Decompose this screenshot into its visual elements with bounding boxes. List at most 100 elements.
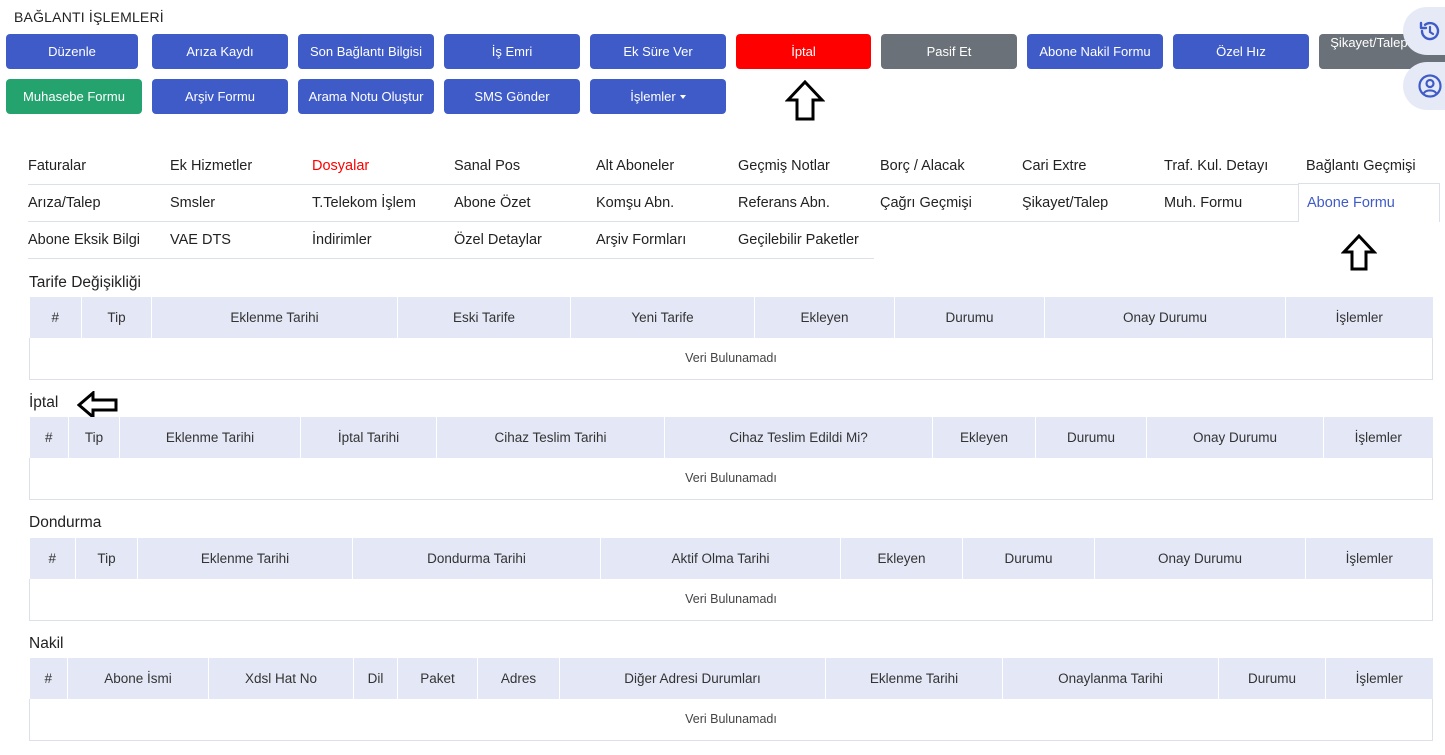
section-title-freeze: Dondurma (29, 514, 102, 531)
tab-borc-alacak[interactable]: Borç / Alacak (880, 147, 965, 184)
tab-muh-formu[interactable]: Muh. Formu (1164, 184, 1242, 221)
create-call-note-button[interactable]: Arama Notu Oluştur (298, 79, 434, 114)
edit-button[interactable]: Düzenle (6, 34, 138, 69)
up-arrow-icon (785, 80, 825, 121)
column-header[interactable]: İptal Tarihi (300, 417, 437, 458)
column-header[interactable]: Eklenme Tarihi (825, 658, 1003, 699)
operations-dropdown-button[interactable]: İşlemler (590, 79, 726, 114)
column-header[interactable]: Paket (397, 658, 478, 699)
tab-ttelekom-islem[interactable]: T.Telekom İşlem (312, 184, 416, 221)
column-header[interactable]: İşlemler (1323, 417, 1433, 458)
column-header[interactable]: Onay Durumu (1146, 417, 1324, 458)
tab-cagri-gecmisi[interactable]: Çağrı Geçmişi (880, 184, 972, 221)
column-header[interactable]: Onaylanma Tarihi (1002, 658, 1219, 699)
column-header[interactable]: # (29, 658, 68, 699)
table-header-row: # Tip Eklenme Tarihi İptal Tarihi Cihaz … (29, 417, 1433, 458)
column-header[interactable]: Eklenme Tarihi (151, 297, 398, 338)
column-header[interactable]: Xdsl Hat No (208, 658, 354, 699)
tab-abone-formu[interactable]: Abone Formu (1298, 183, 1440, 222)
send-sms-button[interactable]: SMS Gönder (444, 79, 580, 114)
archive-form-button[interactable]: Arşiv Formu (152, 79, 288, 114)
column-header[interactable]: İşlemler (1325, 658, 1433, 699)
tab-gecilebilir-paketler[interactable]: Geçilebilir Paketler (738, 221, 859, 258)
column-header[interactable]: Durumu (962, 538, 1095, 579)
tab-ozel-detaylar[interactable]: Özel Detaylar (454, 221, 542, 258)
column-header[interactable]: Diğer Adresi Durumları (559, 658, 826, 699)
column-header[interactable]: İşlemler (1305, 538, 1433, 579)
tab-gecmis-notlar[interactable]: Geçmiş Notlar (738, 147, 830, 184)
column-header[interactable]: Tip (81, 297, 152, 338)
custom-speed-button[interactable]: Özel Hız (1173, 34, 1309, 69)
subscriber-tabs: Faturalar Ek Hizmetler Dosyalar Sanal Po… (28, 147, 1440, 259)
tab-cari-extre[interactable]: Cari Extre (1022, 147, 1086, 184)
column-header[interactable]: Durumu (1035, 417, 1147, 458)
column-header[interactable]: Dondurma Tarihi (352, 538, 601, 579)
column-header[interactable]: Durumu (894, 297, 1045, 338)
last-connection-info-button[interactable]: Son Bağlantı Bilgisi (298, 34, 434, 69)
history-button[interactable] (1403, 7, 1445, 55)
accounting-form-button[interactable]: Muhasebe Formu (6, 79, 142, 114)
column-header[interactable]: Durumu (1218, 658, 1326, 699)
column-header[interactable]: Yeni Tarife (570, 297, 755, 338)
column-header[interactable]: Ekleyen (754, 297, 895, 338)
column-header[interactable]: # (29, 417, 69, 458)
tab-indirimler[interactable]: İndirimler (312, 221, 372, 258)
fault-record-button[interactable]: Arıza Kaydı (152, 34, 288, 69)
freeze-table: # Tip Eklenme Tarihi Dondurma Tarihi Akt… (29, 538, 1433, 621)
column-header[interactable]: # (29, 297, 82, 338)
column-header[interactable]: Eklenme Tarihi (137, 538, 353, 579)
tab-vae-dts[interactable]: VAE DTS (170, 221, 231, 258)
empty-row: Veri Bulunamadı (29, 579, 1433, 621)
tab-divider (28, 258, 874, 259)
section-title-cancellation: İptal (29, 394, 59, 411)
cancellation-table: # Tip Eklenme Tarihi İptal Tarihi Cihaz … (29, 417, 1433, 500)
tab-faturalar[interactable]: Faturalar (28, 147, 86, 184)
empty-row: Veri Bulunamadı (29, 458, 1433, 500)
tab-smsler[interactable]: Smsler (170, 184, 215, 221)
empty-message: Veri Bulunamadı (29, 338, 1433, 380)
column-header[interactable]: İşlemler (1285, 297, 1433, 338)
history-icon (1419, 21, 1440, 41)
column-header[interactable]: # (29, 538, 76, 579)
empty-row: Veri Bulunamadı (29, 338, 1433, 380)
tab-sanal-pos[interactable]: Sanal Pos (454, 147, 520, 184)
empty-message: Veri Bulunamadı (29, 699, 1433, 741)
tab-abone-ozet[interactable]: Abone Özet (454, 184, 531, 221)
tab-referans-abn[interactable]: Referans Abn. (738, 184, 830, 221)
column-header[interactable]: Eklenme Tarihi (119, 417, 301, 458)
work-order-button[interactable]: İş Emri (444, 34, 580, 69)
column-header[interactable]: Onay Durumu (1044, 297, 1286, 338)
section-title-tariff-change: Tarife Değişikliği (29, 274, 141, 291)
page-title: BAĞLANTI İŞLEMLERİ (14, 9, 164, 25)
table-header-row: # Abone İsmi Xdsl Hat No Dil Paket Adres… (29, 658, 1433, 699)
extend-time-button[interactable]: Ek Süre Ver (590, 34, 726, 69)
column-header[interactable]: Cihaz Teslim Tarihi (436, 417, 665, 458)
column-header[interactable]: Cihaz Teslim Edildi Mi? (664, 417, 933, 458)
tab-ek-hizmetler[interactable]: Ek Hizmetler (170, 147, 252, 184)
user-circle-icon (1418, 74, 1442, 98)
tab-dosyalar[interactable]: Dosyalar (312, 147, 369, 184)
column-header[interactable]: Tip (68, 417, 120, 458)
profile-button[interactable] (1403, 62, 1445, 110)
tab-baglanti-gecmisi[interactable]: Bağlantı Geçmişi (1306, 147, 1416, 184)
move-table: # Abone İsmi Xdsl Hat No Dil Paket Adres… (29, 658, 1433, 741)
column-header[interactable]: Dil (353, 658, 398, 699)
column-header[interactable]: Ekleyen (840, 538, 963, 579)
column-header[interactable]: Ekleyen (932, 417, 1036, 458)
tab-sikayet-talep[interactable]: Şikayet/Talep (1022, 184, 1108, 221)
tab-ariza-talep[interactable]: Arıza/Talep (28, 184, 101, 221)
column-header[interactable]: Eski Tarife (397, 297, 571, 338)
column-header[interactable]: Abone İsmi (67, 658, 209, 699)
column-header[interactable]: Adres (477, 658, 560, 699)
column-header[interactable]: Tip (75, 538, 138, 579)
tab-arsiv-formlari[interactable]: Arşiv Formları (596, 221, 686, 258)
subscriber-move-form-button[interactable]: Abone Nakil Formu (1027, 34, 1163, 69)
tab-abone-eksik-bilgi[interactable]: Abone Eksik Bilgi (28, 221, 140, 258)
column-header[interactable]: Aktif Olma Tarihi (600, 538, 841, 579)
deactivate-button[interactable]: Pasif Et (881, 34, 1017, 69)
column-header[interactable]: Onay Durumu (1094, 538, 1306, 579)
tab-alt-aboneler[interactable]: Alt Aboneler (596, 147, 674, 184)
cancel-subscription-button[interactable]: İptal (736, 34, 871, 69)
tab-traf-kul-detayi[interactable]: Traf. Kul. Detayı (1164, 147, 1268, 184)
tab-komsu-abn[interactable]: Komşu Abn. (596, 184, 674, 221)
